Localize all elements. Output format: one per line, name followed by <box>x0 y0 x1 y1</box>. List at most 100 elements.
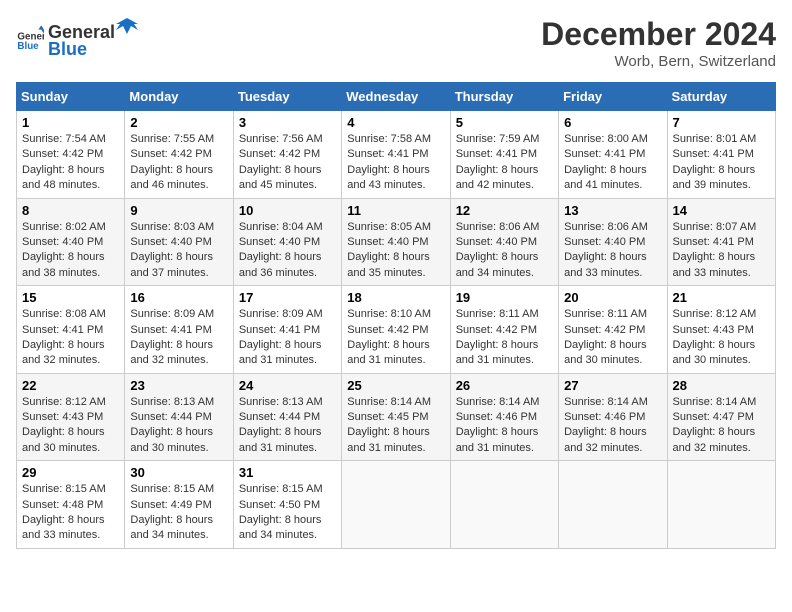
daylight-text: Daylight: 8 hours and 35 minutes. <box>347 251 430 278</box>
day-number: 7 <box>673 115 770 130</box>
daylight-text: Daylight: 8 hours and 43 minutes. <box>347 164 430 191</box>
day-number: 10 <box>239 203 336 218</box>
day-info: Sunrise: 8:09 AM Sunset: 4:41 PM Dayligh… <box>239 307 336 369</box>
sunrise-text: Sunrise: 8:01 AM <box>673 133 757 145</box>
calendar-day-cell: 5 Sunrise: 7:59 AM Sunset: 4:41 PM Dayli… <box>450 111 558 199</box>
calendar-day-cell: 15 Sunrise: 8:08 AM Sunset: 4:41 PM Dayl… <box>17 286 125 374</box>
sunset-text: Sunset: 4:40 PM <box>347 236 428 248</box>
day-info: Sunrise: 8:03 AM Sunset: 4:40 PM Dayligh… <box>130 220 227 282</box>
sunrise-text: Sunrise: 8:11 AM <box>456 308 539 320</box>
calendar-week-row: 8 Sunrise: 8:02 AM Sunset: 4:40 PM Dayli… <box>17 198 776 286</box>
sunrise-text: Sunrise: 8:09 AM <box>130 308 214 320</box>
day-header-wednesday: Wednesday <box>342 83 450 111</box>
logo-bird-icon <box>116 16 138 38</box>
sunset-text: Sunset: 4:41 PM <box>673 148 754 160</box>
sunrise-text: Sunrise: 8:15 AM <box>130 483 214 495</box>
day-info: Sunrise: 7:59 AM Sunset: 4:41 PM Dayligh… <box>456 132 553 194</box>
sunrise-text: Sunrise: 7:58 AM <box>347 133 431 145</box>
sunset-text: Sunset: 4:41 PM <box>673 236 754 248</box>
calendar-day-cell: 11 Sunrise: 8:05 AM Sunset: 4:40 PM Dayl… <box>342 198 450 286</box>
sunrise-text: Sunrise: 8:11 AM <box>564 308 647 320</box>
calendar-day-cell: 24 Sunrise: 8:13 AM Sunset: 4:44 PM Dayl… <box>233 373 341 461</box>
day-info: Sunrise: 8:06 AM Sunset: 4:40 PM Dayligh… <box>456 220 553 282</box>
sunrise-text: Sunrise: 8:15 AM <box>22 483 106 495</box>
svg-text:Blue: Blue <box>17 41 39 52</box>
sunrise-text: Sunrise: 8:14 AM <box>347 396 431 408</box>
daylight-text: Daylight: 8 hours and 42 minutes. <box>456 164 539 191</box>
day-number: 3 <box>239 115 336 130</box>
calendar-day-cell: 21 Sunrise: 8:12 AM Sunset: 4:43 PM Dayl… <box>667 286 775 374</box>
sunset-text: Sunset: 4:42 PM <box>564 324 645 336</box>
day-info: Sunrise: 8:02 AM Sunset: 4:40 PM Dayligh… <box>22 220 119 282</box>
sunset-text: Sunset: 4:47 PM <box>673 411 754 423</box>
day-number: 30 <box>130 465 227 480</box>
calendar-day-cell: 9 Sunrise: 8:03 AM Sunset: 4:40 PM Dayli… <box>125 198 233 286</box>
day-number: 28 <box>673 378 770 393</box>
day-info: Sunrise: 8:14 AM Sunset: 4:47 PM Dayligh… <box>673 395 770 457</box>
sunset-text: Sunset: 4:43 PM <box>673 324 754 336</box>
day-number: 5 <box>456 115 553 130</box>
sunrise-text: Sunrise: 8:12 AM <box>22 396 106 408</box>
day-info: Sunrise: 8:11 AM Sunset: 4:42 PM Dayligh… <box>456 307 553 369</box>
day-header-friday: Friday <box>559 83 667 111</box>
daylight-text: Daylight: 8 hours and 30 minutes. <box>22 426 105 453</box>
sunrise-text: Sunrise: 8:00 AM <box>564 133 648 145</box>
day-number: 2 <box>130 115 227 130</box>
sunrise-text: Sunrise: 7:54 AM <box>22 133 106 145</box>
daylight-text: Daylight: 8 hours and 33 minutes. <box>22 514 105 541</box>
sunrise-text: Sunrise: 7:59 AM <box>456 133 540 145</box>
calendar-week-row: 15 Sunrise: 8:08 AM Sunset: 4:41 PM Dayl… <box>17 286 776 374</box>
sunrise-text: Sunrise: 8:14 AM <box>673 396 757 408</box>
day-header-monday: Monday <box>125 83 233 111</box>
daylight-text: Daylight: 8 hours and 30 minutes. <box>564 339 647 366</box>
day-number: 23 <box>130 378 227 393</box>
day-header-sunday: Sunday <box>17 83 125 111</box>
sunset-text: Sunset: 4:40 PM <box>456 236 537 248</box>
day-number: 31 <box>239 465 336 480</box>
sunrise-text: Sunrise: 7:55 AM <box>130 133 214 145</box>
day-info: Sunrise: 7:55 AM Sunset: 4:42 PM Dayligh… <box>130 132 227 194</box>
month-title: December 2024 <box>541 16 776 53</box>
calendar-day-cell: 30 Sunrise: 8:15 AM Sunset: 4:49 PM Dayl… <box>125 461 233 549</box>
sunrise-text: Sunrise: 8:06 AM <box>564 221 648 233</box>
calendar-day-cell <box>559 461 667 549</box>
sunrise-text: Sunrise: 7:56 AM <box>239 133 323 145</box>
calendar-day-cell: 19 Sunrise: 8:11 AM Sunset: 4:42 PM Dayl… <box>450 286 558 374</box>
day-info: Sunrise: 8:11 AM Sunset: 4:42 PM Dayligh… <box>564 307 661 369</box>
day-header-saturday: Saturday <box>667 83 775 111</box>
sunrise-text: Sunrise: 8:04 AM <box>239 221 323 233</box>
calendar-day-cell: 1 Sunrise: 7:54 AM Sunset: 4:42 PM Dayli… <box>17 111 125 199</box>
sunset-text: Sunset: 4:40 PM <box>239 236 320 248</box>
day-info: Sunrise: 8:12 AM Sunset: 4:43 PM Dayligh… <box>22 395 119 457</box>
calendar-day-cell: 18 Sunrise: 8:10 AM Sunset: 4:42 PM Dayl… <box>342 286 450 374</box>
sunset-text: Sunset: 4:40 PM <box>22 236 103 248</box>
day-number: 29 <box>22 465 119 480</box>
sunrise-text: Sunrise: 8:13 AM <box>239 396 323 408</box>
location-text: Worb, Bern, Switzerland <box>541 53 776 70</box>
day-header-tuesday: Tuesday <box>233 83 341 111</box>
day-info: Sunrise: 8:10 AM Sunset: 4:42 PM Dayligh… <box>347 307 444 369</box>
sunset-text: Sunset: 4:50 PM <box>239 499 320 511</box>
sunrise-text: Sunrise: 8:13 AM <box>130 396 214 408</box>
day-info: Sunrise: 8:04 AM Sunset: 4:40 PM Dayligh… <box>239 220 336 282</box>
calendar-day-cell: 27 Sunrise: 8:14 AM Sunset: 4:46 PM Dayl… <box>559 373 667 461</box>
sunset-text: Sunset: 4:40 PM <box>130 236 211 248</box>
page-header: General Blue General Blue December 2024 … <box>16 16 776 70</box>
day-info: Sunrise: 8:00 AM Sunset: 4:41 PM Dayligh… <box>564 132 661 194</box>
day-info: Sunrise: 8:14 AM Sunset: 4:46 PM Dayligh… <box>456 395 553 457</box>
logo-icon: General Blue <box>16 24 44 52</box>
day-number: 4 <box>347 115 444 130</box>
sunset-text: Sunset: 4:41 PM <box>456 148 537 160</box>
calendar-day-cell <box>342 461 450 549</box>
day-info: Sunrise: 8:13 AM Sunset: 4:44 PM Dayligh… <box>130 395 227 457</box>
sunrise-text: Sunrise: 8:03 AM <box>130 221 214 233</box>
calendar-day-cell: 29 Sunrise: 8:15 AM Sunset: 4:48 PM Dayl… <box>17 461 125 549</box>
sunset-text: Sunset: 4:44 PM <box>239 411 320 423</box>
sunset-text: Sunset: 4:41 PM <box>22 324 103 336</box>
day-info: Sunrise: 8:07 AM Sunset: 4:41 PM Dayligh… <box>673 220 770 282</box>
daylight-text: Daylight: 8 hours and 34 minutes. <box>456 251 539 278</box>
sunrise-text: Sunrise: 8:02 AM <box>22 221 106 233</box>
sunrise-text: Sunrise: 8:07 AM <box>673 221 757 233</box>
sunrise-text: Sunrise: 8:12 AM <box>673 308 757 320</box>
sunrise-text: Sunrise: 8:08 AM <box>22 308 106 320</box>
